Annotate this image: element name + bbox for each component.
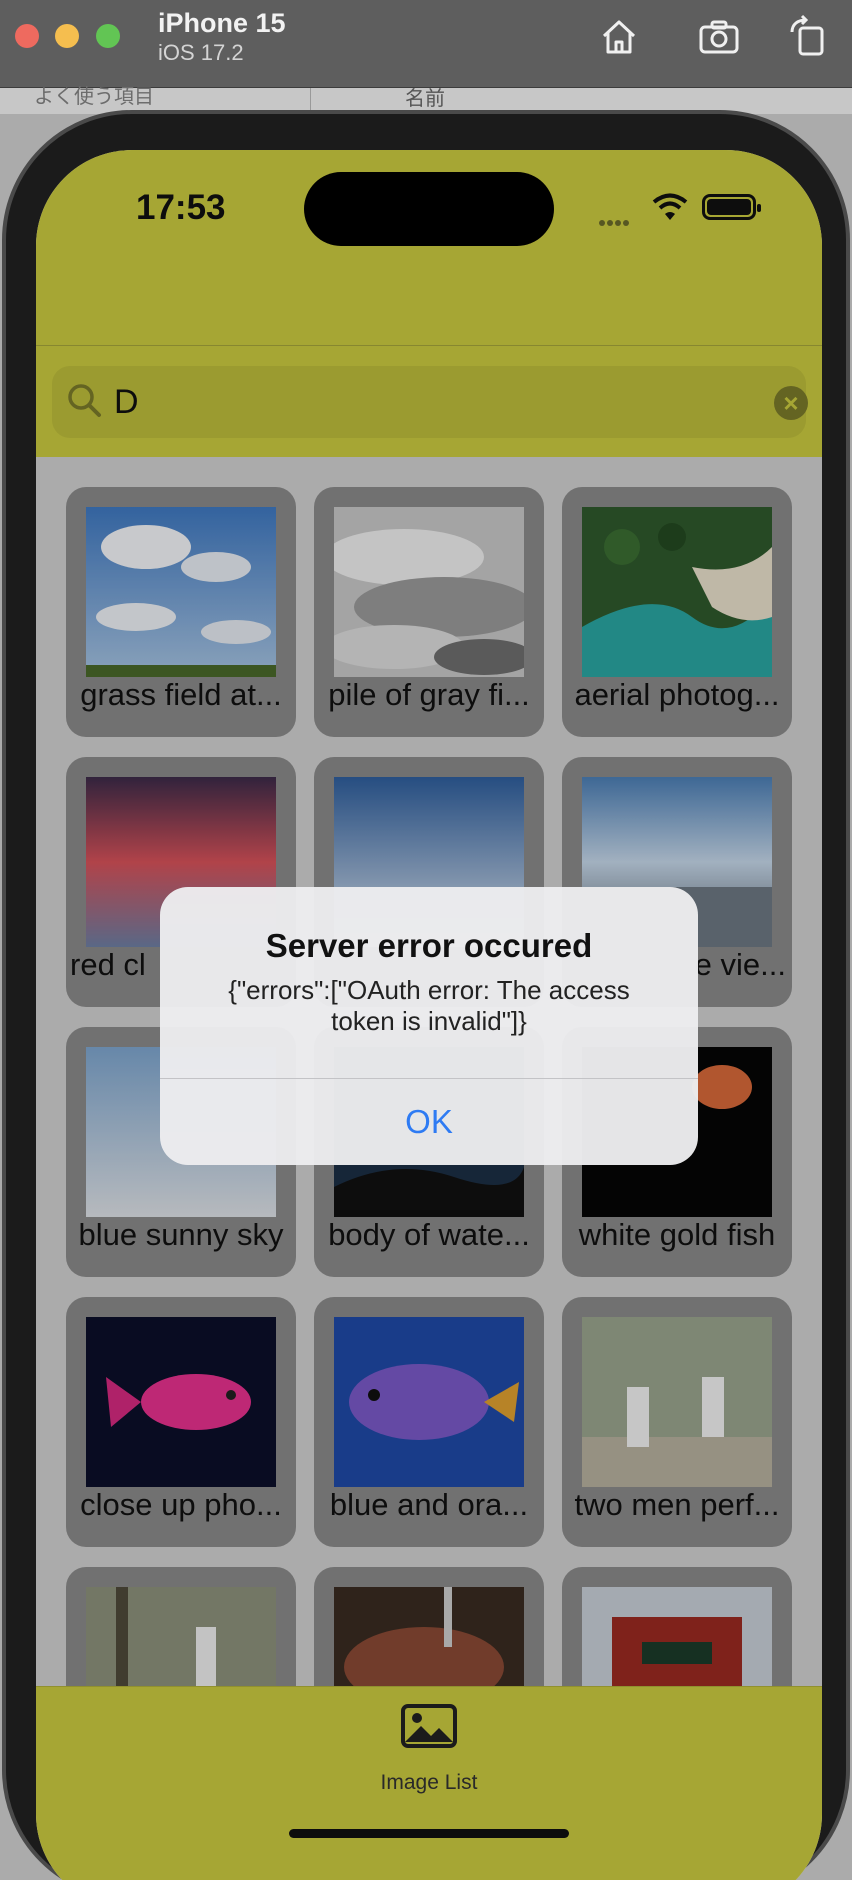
- alert-message: {"errors":["OAuth error: The access toke…: [228, 975, 630, 1036]
- alert-title: Server error occured: [265, 927, 593, 964]
- home-icon[interactable]: [596, 14, 642, 60]
- device-name: iPhone 15: [158, 8, 286, 38]
- os-version: iOS 17.2: [158, 40, 244, 65]
- finder-column-name: 名前: [405, 88, 445, 110]
- simulator-toolbar: iPhone 15 iOS 17.2: [0, 0, 852, 88]
- minimize-window-button[interactable]: [55, 24, 79, 48]
- alert-ok-button[interactable]: OK: [160, 1079, 698, 1165]
- zoom-window-button[interactable]: [96, 24, 120, 48]
- finder-sidebar-heading: よく使う項目: [34, 86, 154, 108]
- rotate-icon[interactable]: [786, 14, 832, 60]
- error-alert-dialog: Server error occured {"errors":["OAuth e…: [160, 887, 698, 1165]
- close-window-button[interactable]: [15, 24, 39, 48]
- screenshot-icon[interactable]: [696, 14, 742, 60]
